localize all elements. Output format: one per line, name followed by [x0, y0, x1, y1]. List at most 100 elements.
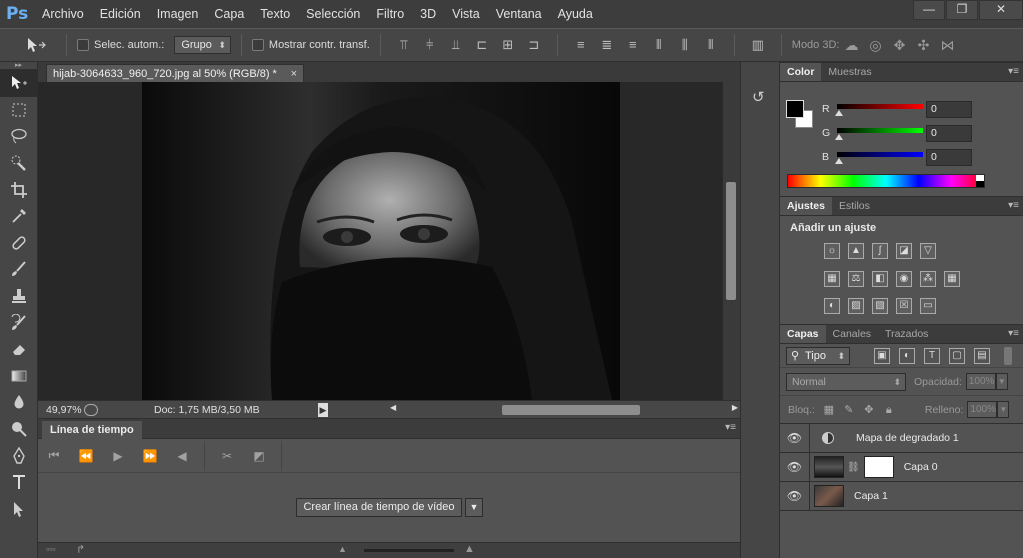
panel-menu-icon[interactable]: ▾≡: [1008, 328, 1019, 339]
timeline-tab[interactable]: Línea de tiempo: [42, 421, 142, 439]
eraser-tool[interactable]: [0, 336, 38, 363]
show-transform-checkbox[interactable]: [251, 39, 264, 51]
crop-tool[interactable]: [0, 176, 38, 203]
quick-selection-tool[interactable]: [0, 150, 38, 177]
color-lookup-icon[interactable]: ▦: [944, 271, 960, 287]
previous-frame-icon[interactable]: ⏪: [70, 449, 102, 463]
align-right-icon[interactable]: ⊐: [524, 37, 544, 53]
distribute-hcenter-icon[interactable]: ⫼: [675, 37, 695, 53]
opacity-input[interactable]: 100%: [965, 373, 996, 390]
black-white-icon[interactable]: ◧: [872, 271, 888, 287]
hue-saturation-icon[interactable]: ▦: [824, 271, 840, 287]
lock-position-icon[interactable]: ✥: [863, 404, 875, 416]
tab-swatches[interactable]: Muestras: [821, 63, 878, 81]
menu-capa[interactable]: Capa: [206, 0, 252, 28]
menu-texto[interactable]: Texto: [252, 0, 298, 28]
tab-layers[interactable]: Capas: [780, 325, 826, 343]
marquee-tool[interactable]: [0, 97, 38, 124]
eyedropper-tool[interactable]: [0, 203, 38, 230]
scale-3d-icon[interactable]: ⋈: [937, 37, 957, 53]
zoom-in-mountain-icon[interactable]: ▲: [464, 543, 475, 555]
document-tab[interactable]: hijab-3064633_960_720.jpg al 50% (RGB/8)…: [46, 64, 304, 82]
lasso-tool[interactable]: [0, 123, 38, 150]
restore-button[interactable]: ❐: [946, 0, 978, 20]
curves-icon[interactable]: ∫: [872, 243, 888, 259]
status-preview-icon[interactable]: [84, 403, 98, 416]
vibrance-icon[interactable]: ▽: [920, 243, 936, 259]
auto-align-layers-icon[interactable]: ▥: [748, 37, 768, 53]
brightness-contrast-icon[interactable]: ☼: [824, 243, 840, 259]
healing-brush-tool[interactable]: [0, 230, 38, 257]
gradient-map-icon[interactable]: ▭: [920, 298, 936, 314]
timeline-frames-icon[interactable]: ▫▫▫: [46, 544, 56, 554]
lock-transparent-icon[interactable]: ▦: [823, 404, 835, 416]
convert-arrow-icon[interactable]: ↱: [76, 543, 85, 556]
red-value-input[interactable]: 0: [926, 101, 972, 118]
filter-toggle[interactable]: [1004, 346, 1012, 365]
minimize-button[interactable]: —: [913, 0, 945, 20]
menu-filtro[interactable]: Filtro: [368, 0, 412, 28]
red-slider[interactable]: [837, 104, 923, 109]
menu-vista[interactable]: Vista: [444, 0, 488, 28]
close-tab-icon[interactable]: ×: [291, 65, 297, 83]
auto-select-checkbox[interactable]: [77, 39, 89, 51]
panel-grip[interactable]: ▸▸: [0, 62, 37, 70]
menu-ayuda[interactable]: Ayuda: [550, 0, 601, 28]
type-tool[interactable]: [0, 469, 38, 496]
rotate-3d-icon[interactable]: ☁: [841, 37, 861, 53]
distribute-right-icon[interactable]: ⦀: [701, 37, 721, 53]
close-button[interactable]: ✕: [979, 0, 1023, 20]
panel-menu-icon[interactable]: ▾≡: [725, 422, 736, 433]
tab-adjustments[interactable]: Ajustes: [780, 197, 832, 215]
fill-input[interactable]: 100%: [967, 401, 998, 418]
blue-slider-knob[interactable]: [835, 158, 843, 164]
distribute-left-icon[interactable]: ⦀: [649, 37, 669, 53]
levels-icon[interactable]: ▲: [848, 243, 864, 259]
document-image[interactable]: [142, 82, 620, 400]
green-slider[interactable]: [837, 128, 923, 133]
smart-object-filter-icon[interactable]: ▤: [974, 347, 990, 364]
lock-image-icon[interactable]: ✎: [843, 404, 855, 416]
menu-imagen[interactable]: Imagen: [149, 0, 207, 28]
selective-color-icon[interactable]: ☒: [896, 298, 912, 314]
brush-tool[interactable]: [0, 256, 38, 283]
threshold-icon[interactable]: ▧: [872, 298, 888, 314]
history-brush-tool[interactable]: [0, 309, 38, 336]
path-selection-tool[interactable]: [0, 496, 38, 523]
split-scissors-icon[interactable]: ✂: [211, 449, 243, 463]
transition-icon[interactable]: ◩: [243, 449, 275, 463]
align-vcenter-icon[interactable]: ⫩: [420, 37, 440, 53]
roll-3d-icon[interactable]: ◎: [865, 37, 885, 53]
pan-3d-icon[interactable]: ✥: [889, 37, 909, 53]
next-frame-icon[interactable]: ⏩: [134, 449, 166, 463]
tab-channels[interactable]: Canales: [826, 325, 879, 343]
clone-stamp-tool[interactable]: [0, 283, 38, 310]
color-balance-icon[interactable]: ⚖: [848, 271, 864, 287]
align-hcenter-icon[interactable]: ⊞: [498, 37, 518, 53]
go-to-first-frame-icon[interactable]: ⏮: [38, 448, 70, 463]
create-timeline-dropdown[interactable]: ▼: [465, 498, 483, 517]
align-bottom-icon[interactable]: ⫫: [446, 37, 466, 53]
photo-filter-icon[interactable]: ◉: [896, 271, 912, 287]
slide-3d-icon[interactable]: ✣: [913, 37, 933, 53]
type-filter-icon[interactable]: T: [924, 347, 940, 364]
menu-3d[interactable]: 3D: [412, 0, 444, 28]
menu-seleccion[interactable]: Selección: [298, 0, 368, 28]
layer-row[interactable]: 👁︎ Mapa de degradado 1: [780, 423, 1023, 453]
fill-dropdown-icon[interactable]: ▼: [997, 401, 1010, 418]
zoom-out-mountain-icon[interactable]: ▲: [338, 544, 347, 554]
play-icon[interactable]: ▶: [102, 449, 134, 463]
green-slider-knob[interactable]: [835, 134, 843, 140]
invert-icon[interactable]: ◐: [824, 298, 840, 314]
status-menu-arrow-icon[interactable]: ▶: [318, 402, 328, 417]
audio-icon[interactable]: ◀: [166, 449, 198, 463]
align-top-icon[interactable]: ⫪: [394, 37, 414, 53]
align-left-icon[interactable]: ⊏: [472, 37, 492, 53]
tab-styles[interactable]: Estilos: [832, 197, 877, 215]
blue-slider[interactable]: [837, 152, 923, 157]
layer-mask-thumbnail[interactable]: [863, 456, 894, 478]
visibility-eye-icon[interactable]: 👁︎: [780, 423, 810, 453]
red-slider-knob[interactable]: [835, 110, 843, 116]
horizontal-scrollbar[interactable]: ◀ ▶: [390, 403, 738, 417]
adjustment-filter-icon[interactable]: ◐: [899, 347, 915, 364]
